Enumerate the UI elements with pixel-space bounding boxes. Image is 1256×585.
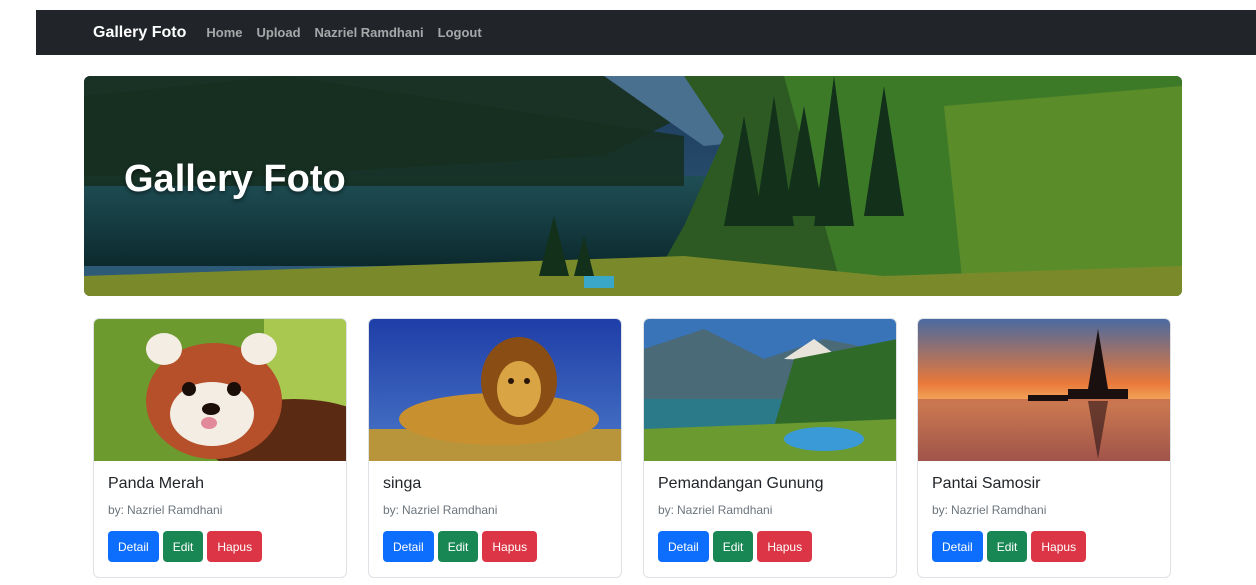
nav-link-home[interactable]: Home [206,25,242,40]
by-label: by: [108,503,125,517]
card-title: Panda Merah [108,475,205,492]
edit-button[interactable]: Edit [712,531,754,562]
detail-button[interactable]: Detail [383,531,434,562]
author-name: Nazriel Ramdhani [677,503,773,517]
edit-button[interactable]: Edit [437,531,479,562]
nav-link-user[interactable]: Nazriel Ramdhani [315,25,424,40]
card-author: by: Nazriel Ramdhani [383,503,607,517]
delete-button[interactable]: Hapus [757,531,813,562]
by-label: by: [383,503,400,517]
photo-card: Pantai Samosir by: Nazriel Ramdhani Detai… [917,318,1171,578]
card-author: by: Nazriel Ramdhani [932,503,1156,517]
edit-button[interactable]: Edit [162,531,204,562]
nav-link-upload[interactable]: Upload [256,25,300,40]
photo-thumbnail-beach-sunset[interactable] [918,319,1171,461]
photo-card: singa by: Nazriel Ramdhani Detail Edit Ha… [368,318,622,578]
delete-button[interactable]: Hapus [482,531,538,562]
hero-banner: Gallery Foto [84,76,1182,296]
detail-button[interactable]: Detail [108,531,159,562]
card-author: by: Nazriel Ramdhani [108,503,332,517]
photo-thumbnail-red-panda[interactable] [94,319,347,461]
photo-card: Panda Merah by: Nazriel Ramdhani Detail E… [93,318,347,578]
edit-button[interactable]: Edit [986,531,1028,562]
nav-link-logout[interactable]: Logout [438,25,482,40]
photo-card: Pemandangan Gunung by: Nazriel Ramdhani D… [643,318,897,578]
hero-title: Gallery Foto [124,158,346,200]
detail-button[interactable]: Detail [932,531,983,562]
delete-button[interactable]: Hapus [1031,531,1087,562]
by-label: by: [932,503,949,517]
card-author: by: Nazriel Ramdhani [658,503,882,517]
author-name: Nazriel Ramdhani [127,503,223,517]
navbar: Gallery Foto Home Upload Nazriel Ramdhan… [36,10,1256,55]
photo-thumbnail-mountain[interactable] [644,319,897,461]
card-title: Pemandangan Gunung [658,475,824,492]
by-label: by: [658,503,675,517]
brand-link[interactable]: Gallery Foto [93,24,186,42]
photo-thumbnail-lion[interactable] [369,319,622,461]
card-title: Pantai Samosir [932,475,1041,492]
delete-button[interactable]: Hapus [207,531,263,562]
author-name: Nazriel Ramdhani [951,503,1047,517]
card-title: singa [383,475,422,492]
detail-button[interactable]: Detail [658,531,709,562]
author-name: Nazriel Ramdhani [402,503,498,517]
